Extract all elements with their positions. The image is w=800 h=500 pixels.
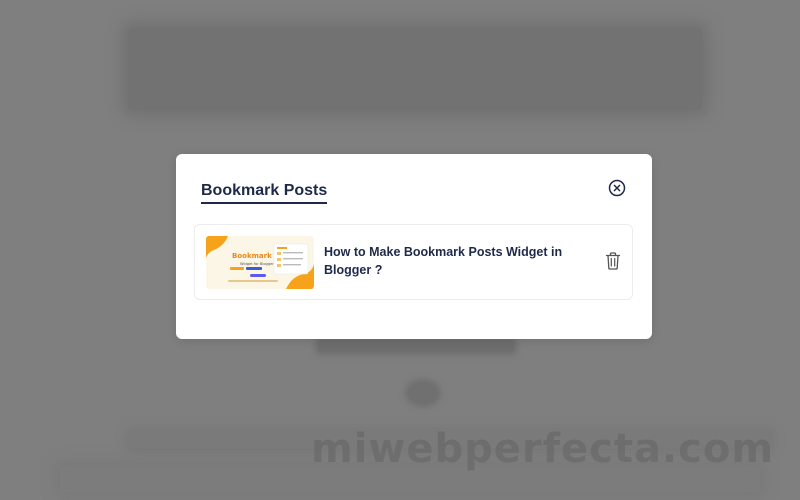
- watermark: miwebperfecta.com: [310, 426, 774, 472]
- bookmark-modal: Bookmark Posts Bookmark Posts Widget for…: [176, 154, 652, 339]
- thumbnail-subheadline: Widget for Blogger: [240, 262, 274, 266]
- background-banner: [128, 28, 702, 110]
- background-text-line: [318, 340, 514, 352]
- background-icon: [408, 382, 438, 404]
- close-circle-icon: [608, 179, 626, 197]
- close-button[interactable]: [608, 179, 626, 197]
- post-title[interactable]: How to Make Bookmark Posts Widget in Blo…: [324, 243, 589, 279]
- modal-title: Bookmark Posts: [201, 181, 328, 204]
- bookmark-item[interactable]: Bookmark Posts Widget for Blogger How to…: [194, 224, 633, 300]
- trash-icon: [605, 252, 621, 270]
- post-thumbnail[interactable]: Bookmark Posts Widget for Blogger: [206, 236, 314, 289]
- delete-bookmark-button[interactable]: [605, 252, 621, 270]
